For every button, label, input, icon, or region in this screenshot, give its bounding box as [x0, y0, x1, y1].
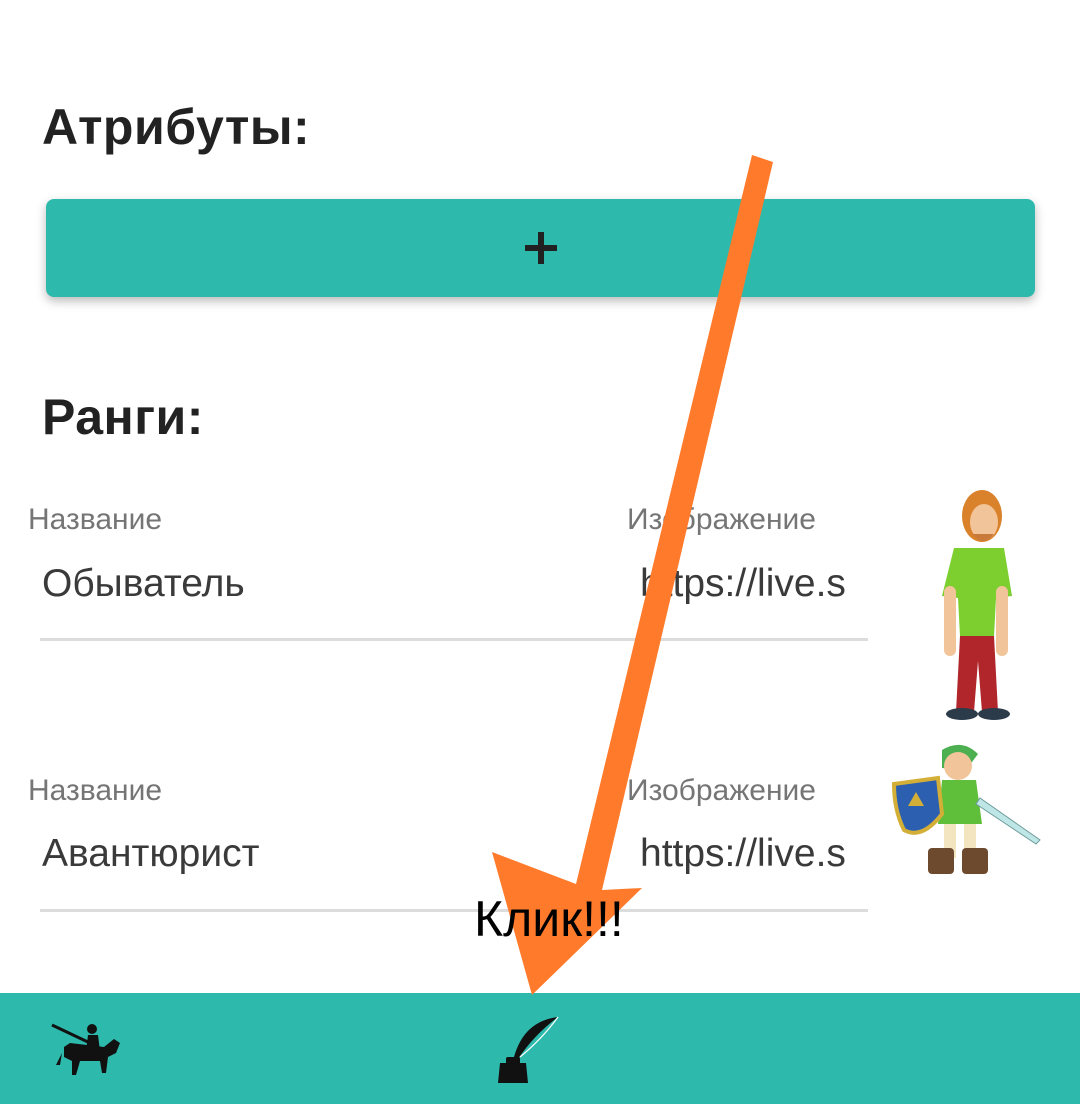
rank-name-input[interactable]: Обыватель [42, 562, 582, 606]
add-attribute-button[interactable] [46, 199, 1035, 297]
plus-icon [524, 232, 557, 264]
rank-image-label: Изображение [627, 503, 816, 536]
rank-name-input[interactable]: Авантюрист [42, 832, 582, 876]
rank-underline [40, 909, 868, 912]
attributes-title: Атрибуты: [42, 99, 311, 155]
link-character-image[interactable] [892, 740, 1042, 878]
annotation-click-label: Клик!!! [474, 891, 624, 947]
rank-underline [40, 638, 868, 641]
bottom-navigation-bar [0, 993, 1080, 1104]
rank-image-label: Изображение [627, 774, 816, 807]
quill-inkwell-icon [498, 1016, 559, 1083]
rank-name-label: Название [28, 774, 163, 807]
ranks-title: Ранги: [42, 389, 204, 445]
rank-image-url-input[interactable]: https://live.s [640, 562, 868, 606]
shaggy-character-image[interactable] [924, 486, 1014, 722]
nav-item-knight[interactable] [50, 1017, 122, 1081]
nav-item-quill[interactable] [494, 1013, 560, 1085]
rank-name-label: Название [28, 503, 163, 536]
knight-rider-icon [51, 1023, 120, 1075]
rank-image-url-input[interactable]: https://live.s [640, 832, 868, 876]
